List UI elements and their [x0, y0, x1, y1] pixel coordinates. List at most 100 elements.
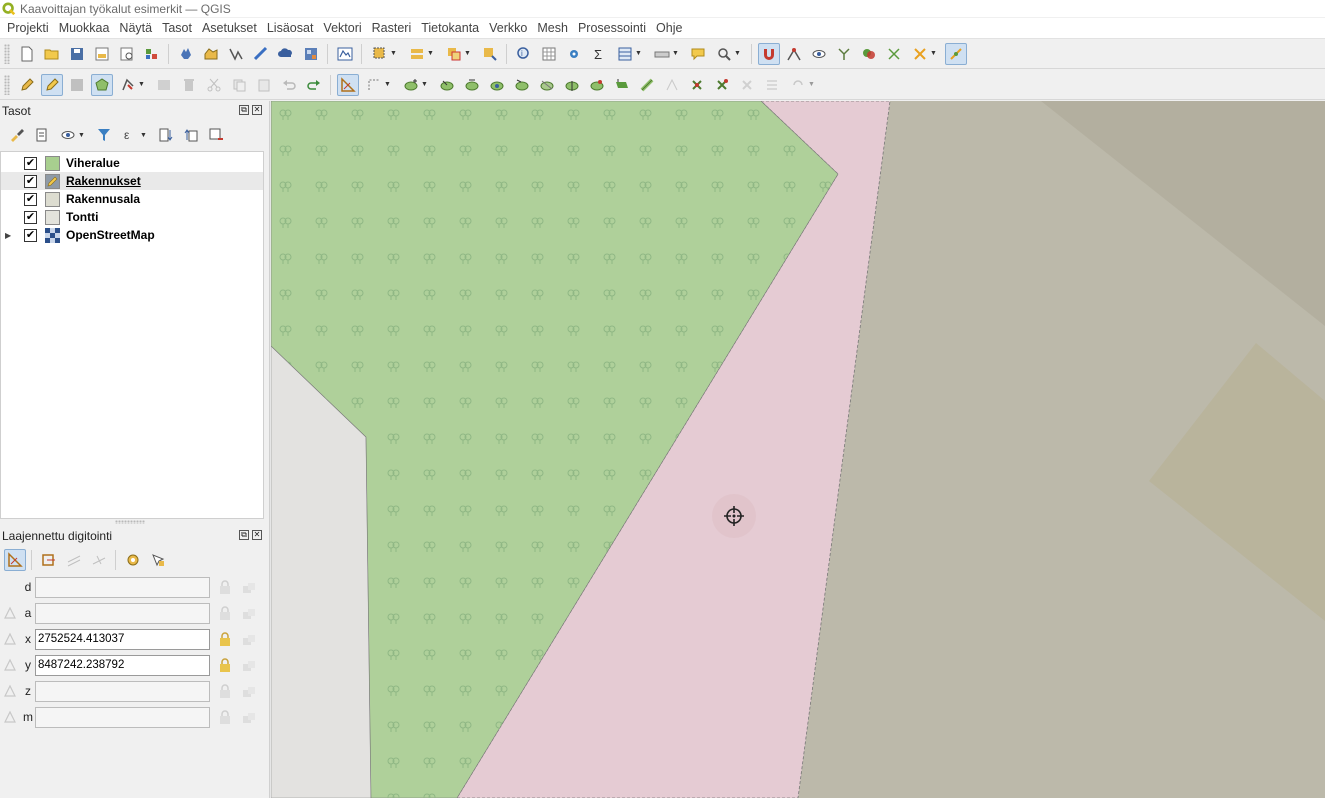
undo-button[interactable]	[278, 74, 300, 96]
z-coordinate-field[interactable]	[35, 680, 210, 702]
lock-icon[interactable]	[218, 631, 232, 647]
menu-verkko[interactable]: Verkko	[484, 21, 532, 35]
adv-settings-button[interactable]	[122, 549, 144, 571]
statistics-button[interactable]: Σ	[588, 43, 610, 65]
reverse-line-button[interactable]: ▼	[786, 74, 820, 96]
toolbar-grip[interactable]	[4, 74, 10, 95]
snap-visibility-button[interactable]	[808, 43, 830, 65]
perpendicular-button[interactable]	[88, 549, 110, 571]
reshape-features-button[interactable]	[436, 74, 458, 96]
delete-part-button[interactable]	[511, 74, 533, 96]
rotate-label-button[interactable]	[736, 74, 758, 96]
advanced-digitizing-button[interactable]	[336, 73, 359, 96]
menu-tietokanta[interactable]: Tietokanta	[416, 21, 484, 35]
simplify-button[interactable]	[636, 74, 658, 96]
layer-visibility-checkbox[interactable]: ✔	[24, 210, 37, 224]
m-value-field[interactable]	[35, 706, 210, 728]
layer-row-openstreetmap[interactable]: ▶ ✔ OpenStreetMap	[1, 226, 263, 244]
split-parts-button[interactable]	[561, 74, 583, 96]
add-group-button[interactable]	[31, 124, 53, 146]
select-location-button[interactable]	[479, 43, 501, 65]
save-project-button[interactable]	[66, 43, 88, 65]
panel-splitter[interactable]	[115, 520, 145, 524]
remove-layer-button[interactable]	[205, 124, 227, 146]
save-edits-button[interactable]	[66, 74, 88, 96]
lock-icon[interactable]	[218, 657, 232, 673]
relative-lock-icon[interactable]	[241, 683, 257, 699]
select-features-button[interactable]: ▼	[368, 43, 402, 65]
snap-self-button[interactable]	[944, 42, 967, 65]
toolbar-grip[interactable]	[4, 43, 10, 64]
paste-features-button[interactable]	[253, 74, 275, 96]
deselect-features-button[interactable]: ▼	[442, 43, 476, 65]
toolbox-button[interactable]	[563, 43, 585, 65]
snap-intersection-button[interactable]	[883, 43, 905, 65]
offset-curve-button[interactable]	[461, 74, 483, 96]
cut-features-button[interactable]	[203, 74, 225, 96]
layer-row-tontti[interactable]: ✔ Tontti	[1, 208, 263, 226]
snapping-toggle-button[interactable]	[757, 42, 780, 65]
scale-features-button[interactable]	[711, 74, 733, 96]
fill-ring-button[interactable]	[611, 74, 633, 96]
align-button[interactable]	[761, 74, 783, 96]
construction-mode-button[interactable]	[38, 549, 60, 571]
close-panel-icon[interactable]: ✕	[252, 105, 262, 115]
relative-lock-icon[interactable]	[241, 709, 257, 725]
select-by-value-button[interactable]: ▼	[405, 43, 439, 65]
relative-lock-icon[interactable]	[241, 631, 257, 647]
float-panel-icon[interactable]: ⧉	[239, 530, 249, 540]
parallel-button[interactable]	[63, 549, 85, 571]
snap-tracing-button[interactable]: ▼	[908, 43, 942, 65]
identify-features-button[interactable]: i	[513, 43, 535, 65]
copy-features-button[interactable]	[228, 74, 250, 96]
menu-nayta[interactable]: Näytä	[114, 21, 157, 35]
zoom-selection-button[interactable]	[300, 43, 322, 65]
menu-rasteri[interactable]: Rasteri	[367, 21, 417, 35]
shape-digitizing-button[interactable]: ▼	[362, 74, 396, 96]
snap-topology-button[interactable]	[858, 43, 880, 65]
lock-icon[interactable]	[218, 683, 232, 699]
collapse-all-button[interactable]	[180, 124, 202, 146]
floater-toggle-button[interactable]	[147, 549, 169, 571]
layer-visibility-checkbox[interactable]: ✔	[24, 174, 37, 188]
current-edits-button[interactable]	[16, 74, 38, 96]
map-tips-button[interactable]	[334, 43, 356, 65]
close-panel-icon[interactable]: ✕	[252, 530, 262, 540]
expand-all-button[interactable]	[155, 124, 177, 146]
layer-visibility-checkbox[interactable]: ✔	[24, 156, 37, 170]
menu-lisaosat[interactable]: Lisäosat	[262, 21, 319, 35]
style-manager-button[interactable]	[141, 43, 163, 65]
annotation-button[interactable]	[687, 43, 709, 65]
angle-icon[interactable]	[3, 658, 17, 672]
attribute-table-button[interactable]	[538, 43, 560, 65]
layer-row-rakennusala[interactable]: ✔ Rakennusala	[1, 190, 263, 208]
modify-attributes-button[interactable]	[153, 74, 175, 96]
layer-row-viheralue[interactable]: ✔ Viheralue	[1, 154, 263, 172]
merge-features-button[interactable]	[586, 74, 608, 96]
filter-legend-button[interactable]	[93, 124, 115, 146]
angle-icon[interactable]	[3, 684, 17, 698]
lock-icon[interactable]	[218, 579, 232, 595]
menu-muokkaa[interactable]: Muokkaa	[54, 21, 115, 35]
zoom-in-button[interactable]	[225, 43, 247, 65]
snap-layers-button[interactable]	[783, 43, 805, 65]
menu-prosessointi[interactable]: Prosessointi	[573, 21, 651, 35]
menu-tasot[interactable]: Tasot	[157, 21, 197, 35]
toggle-editing-button[interactable]	[40, 73, 63, 96]
expand-arrow-icon[interactable]: ▶	[5, 231, 15, 240]
filter-expression-button[interactable]: ε ▼	[118, 124, 152, 146]
map-canvas[interactable]	[271, 101, 1325, 798]
layer-visibility-checkbox[interactable]: ✔	[24, 228, 37, 242]
enable-adv-digitizing-button[interactable]	[3, 549, 26, 571]
menu-projekti[interactable]: Projekti	[2, 21, 54, 35]
angle-icon[interactable]	[3, 710, 17, 724]
layer-row-rakennukset[interactable]: ✔ Rakennukset	[1, 172, 263, 190]
open-project-button[interactable]	[41, 43, 63, 65]
relative-lock-icon[interactable]	[241, 657, 257, 673]
x-coordinate-field[interactable]	[35, 628, 210, 650]
zoom-full-button[interactable]	[275, 43, 297, 65]
lock-icon[interactable]	[218, 709, 232, 725]
split-features-button[interactable]	[536, 74, 558, 96]
y-coordinate-field[interactable]	[35, 654, 210, 676]
menu-asetukset[interactable]: Asetukset	[197, 21, 262, 35]
